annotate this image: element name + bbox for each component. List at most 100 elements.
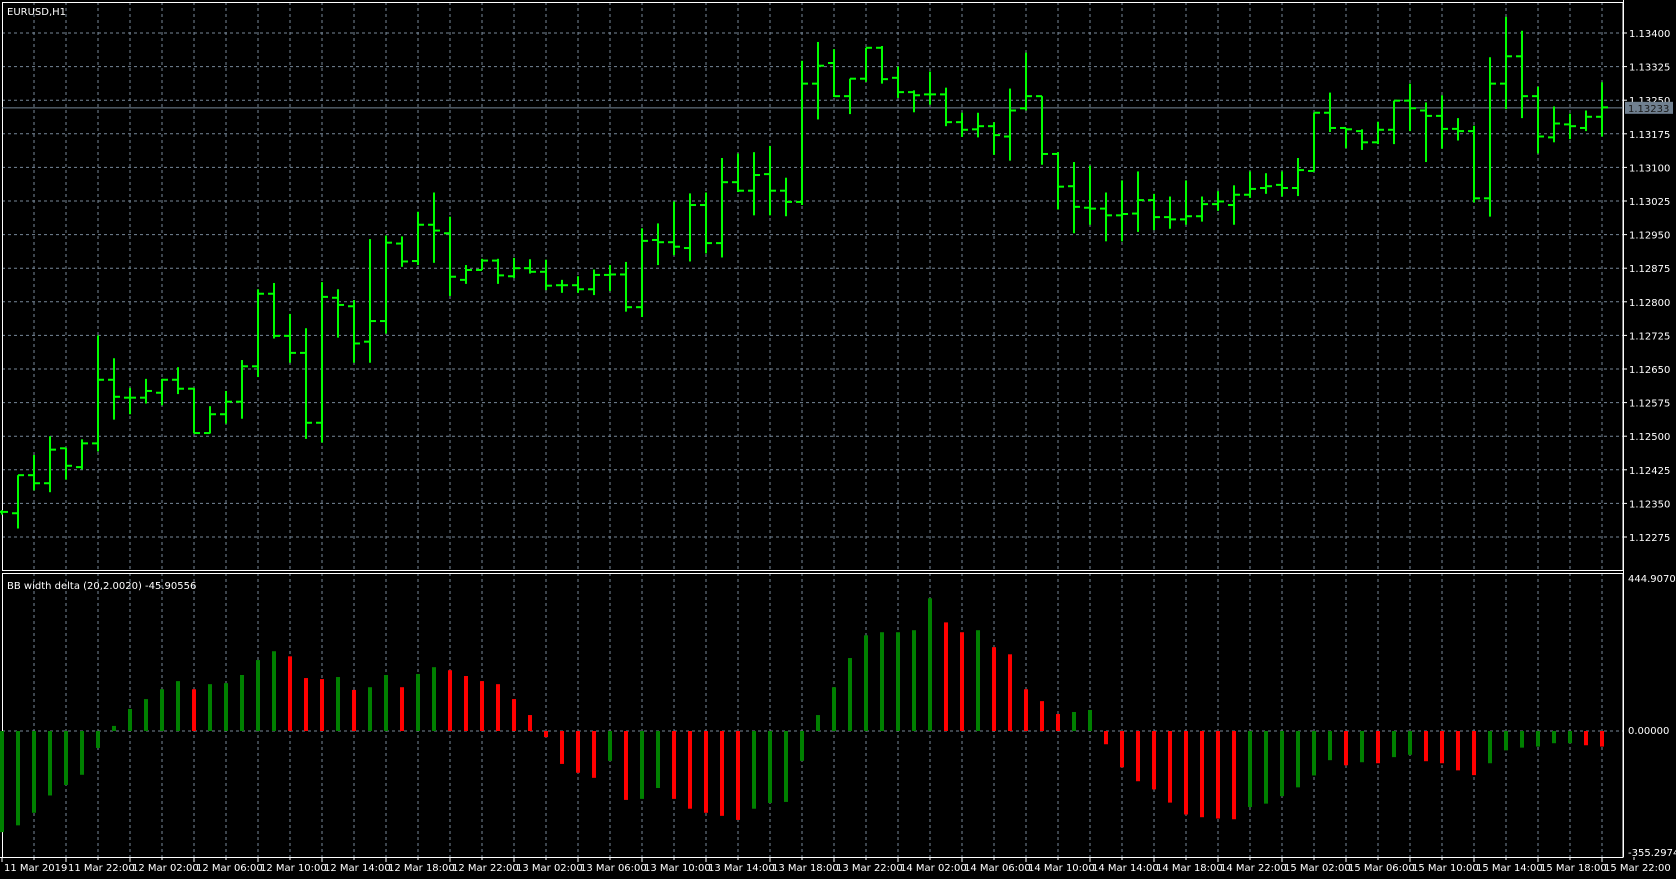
ohlc-bar bbox=[76, 439, 88, 470]
histogram-bar bbox=[288, 656, 292, 731]
ohlc-bar bbox=[1228, 185, 1240, 225]
histogram-bar bbox=[1024, 689, 1028, 731]
histogram-bar bbox=[1376, 731, 1380, 764]
ohlc-bar bbox=[716, 157, 728, 258]
ohlc-bar bbox=[156, 378, 168, 406]
histogram-bar bbox=[192, 689, 196, 731]
time-label: 12 Mar 22:00 bbox=[452, 863, 519, 874]
time-label: 14 Mar 22:00 bbox=[1220, 863, 1287, 874]
time-label: 15 Mar 22:00 bbox=[1604, 863, 1671, 874]
price-tick-label: 1.12275 bbox=[1629, 533, 1670, 544]
histogram-bar bbox=[1152, 731, 1156, 790]
histogram-bar bbox=[592, 731, 596, 778]
ohlc-bar bbox=[220, 390, 232, 424]
histogram-bar bbox=[576, 731, 580, 773]
histogram-bar bbox=[336, 677, 340, 731]
ohlc-bar bbox=[188, 387, 200, 435]
ohlc-bar bbox=[1020, 52, 1032, 111]
histogram-bar bbox=[720, 731, 724, 816]
ohlc-bar bbox=[1548, 106, 1560, 143]
ohlc-bar bbox=[12, 474, 24, 529]
ohlc-bar bbox=[1340, 126, 1352, 149]
histogram-bar bbox=[768, 731, 772, 803]
time-label: 15 Mar 18:00 bbox=[1540, 863, 1607, 874]
histogram-bar bbox=[1312, 731, 1316, 776]
ohlc-bar bbox=[620, 261, 632, 312]
ohlc-bar bbox=[172, 367, 184, 395]
ohlc-bar bbox=[380, 235, 392, 334]
time-label: 13 Mar 06:00 bbox=[580, 863, 647, 874]
histogram-bar bbox=[320, 679, 324, 731]
histogram-bar bbox=[816, 715, 820, 731]
time-label: 12 Mar 06:00 bbox=[196, 863, 263, 874]
ohlc-bar bbox=[524, 259, 536, 274]
histogram-bar bbox=[1184, 731, 1188, 815]
ohlc-bar bbox=[1324, 92, 1336, 133]
price-tick-label: 1.12950 bbox=[1629, 231, 1670, 242]
histogram-bar bbox=[1600, 731, 1604, 747]
current-price-label: 1.13233 bbox=[1628, 104, 1669, 115]
ohlc-bar bbox=[316, 282, 328, 443]
time-label: 12 Mar 18:00 bbox=[388, 863, 455, 874]
ohlc-bar bbox=[204, 406, 216, 435]
histogram-bar bbox=[432, 667, 436, 731]
ohlc-bar bbox=[364, 239, 376, 363]
time-label: 15 Mar 10:00 bbox=[1412, 863, 1479, 874]
histogram-bar bbox=[416, 673, 420, 731]
histogram-bar bbox=[112, 725, 116, 731]
histogram-bar bbox=[832, 687, 836, 731]
price-tick-label: 1.12425 bbox=[1629, 466, 1670, 477]
histogram-bar bbox=[1280, 731, 1284, 797]
histogram-bar bbox=[1248, 731, 1252, 808]
histogram-bar bbox=[400, 687, 404, 731]
histogram-bar bbox=[960, 632, 964, 731]
histogram-bar bbox=[1088, 709, 1092, 731]
histogram-bar bbox=[128, 708, 132, 731]
time-label: 11 Mar 22:00 bbox=[68, 863, 135, 874]
histogram-bar bbox=[976, 630, 980, 731]
ohlc-bar bbox=[540, 259, 552, 291]
histogram-bar bbox=[672, 731, 676, 799]
price-tick-label: 1.12650 bbox=[1629, 365, 1670, 376]
histogram-bar bbox=[48, 731, 52, 796]
histogram-bar bbox=[1168, 731, 1172, 803]
ohlc-bar bbox=[1388, 99, 1400, 145]
indicator-label: BB width delta (20,2.0020) -45.90556 bbox=[7, 581, 196, 592]
price-tick-label: 1.13025 bbox=[1629, 197, 1670, 208]
histogram-bar bbox=[704, 731, 708, 813]
time-label: 15 Mar 02:00 bbox=[1284, 863, 1351, 874]
histogram-bar bbox=[1264, 731, 1268, 804]
histogram-bar bbox=[480, 681, 484, 731]
time-axis[interactable]: 11 Mar 2019 11 Mar 22:0012 Mar 02:0012 Ma… bbox=[0, 857, 1671, 874]
histogram-bar bbox=[1296, 731, 1300, 788]
histogram-bar bbox=[1072, 711, 1076, 731]
histogram-bar bbox=[880, 632, 884, 731]
ohlc-bar bbox=[556, 279, 568, 293]
ohlc-bar bbox=[428, 192, 440, 263]
ohlc-bar bbox=[780, 177, 792, 217]
histogram-bar bbox=[496, 684, 500, 731]
ohlc-bar bbox=[1276, 171, 1288, 197]
histogram-bar bbox=[1584, 731, 1588, 746]
trading-chart[interactable]: 1.134001.133251.132501.131751.131001.130… bbox=[0, 0, 1676, 879]
histogram-bar bbox=[512, 699, 516, 731]
histogram-bar bbox=[784, 731, 788, 802]
ohlc-bar bbox=[1212, 191, 1224, 211]
time-label: 13 Mar 14:00 bbox=[708, 863, 775, 874]
ohlc-bar bbox=[828, 49, 840, 98]
ohlc-bar bbox=[684, 193, 696, 262]
histogram-bar bbox=[1056, 714, 1060, 731]
ohlc-bar bbox=[1564, 113, 1576, 140]
time-label: 13 Mar 02:00 bbox=[516, 863, 583, 874]
price-tick-label: 1.12575 bbox=[1629, 399, 1670, 410]
histogram-bar bbox=[1232, 731, 1236, 820]
ohlc-bar bbox=[636, 228, 648, 318]
histogram-bar bbox=[800, 731, 804, 761]
ohlc-bar bbox=[492, 258, 504, 284]
ohlc-bar bbox=[1100, 192, 1112, 242]
indicator-panel-frame bbox=[2, 573, 1624, 858]
ohlc-bar bbox=[1580, 110, 1592, 132]
histogram-bar bbox=[992, 647, 996, 731]
ohlc-bar bbox=[412, 211, 424, 266]
ohlc-bar bbox=[764, 145, 776, 216]
